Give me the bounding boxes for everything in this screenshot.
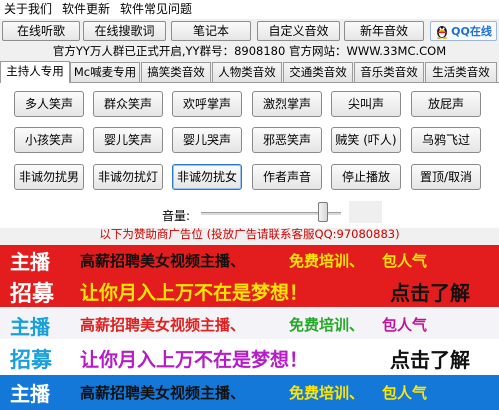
sound-button[interactable]: 非诚勿扰男 [14,164,84,190]
category-tabs: 主持人专用 Mc喊麦专用 搞笑类音效 人物类音效 交通类音效 音乐类音效 生活类… [0,61,499,83]
menu-faq[interactable]: 软件常见问题 [115,0,197,19]
ad-banner-2[interactable]: 招募 让你月入上万不在是梦想！ 点击了解 [0,273,499,307]
sound-button[interactable]: 非诚勿扰灯 [93,164,163,190]
tab-people[interactable]: 人物类音效 [212,62,282,82]
sound-button[interactable]: 群众笑声 [93,91,163,117]
ad-tag: 招募 [10,348,52,372]
online-music-button[interactable]: 在线听歌 [2,21,80,41]
sound-button[interactable]: 激烈掌声 [252,91,322,117]
ad-banner-3[interactable]: 主播 高薪招聘美女视频主播、 免费培训、 包人气 [0,307,499,339]
ad-text: 点击了解 [390,348,470,372]
volume-label: 音量: [162,209,191,223]
sound-button[interactable]: 非诚勿扰女 [172,164,242,190]
ad-text: 免费培训、 [289,252,365,270]
sound-button[interactable]: 放屁声 [411,91,481,117]
volume-slider-thumb[interactable] [318,202,328,222]
new-year-sound-button[interactable]: 新年音效 [344,21,424,41]
custom-sound-button[interactable]: 自定义音效 [257,21,340,41]
info-text: 官方YY万人群已正式开启,YY群号：8908180 官方网站：WWW.33MC.… [52,44,447,58]
sound-button[interactable]: 作者声音 [252,164,322,190]
sound-button[interactable]: 婴儿笑声 [93,127,163,153]
ad-text: 点击了解 [390,281,470,305]
ad-text: 包人气 [382,384,428,402]
sound-button[interactable]: 欢呼掌声 [172,91,242,117]
ad-text: 让你月入上万不在是梦想！ [80,282,309,304]
qq-online-label: QQ在线 [451,25,492,38]
tab-traffic[interactable]: 交通类音效 [283,62,353,82]
sound-button[interactable]: 小孩笑声 [14,127,84,153]
sound-button[interactable]: 尖叫声 [331,91,401,117]
ad-text: 包人气 [382,252,428,270]
ad-tag: 主播 [10,250,50,273]
qq-online-button[interactable]: QQ在线 [430,21,497,41]
ad-banner-1[interactable]: 主播 高薪招聘美女视频主播、 免费培训、 包人气 [0,245,499,273]
stop-button[interactable]: 停止播放 [331,164,401,190]
tab-funny[interactable]: 搞笑类音效 [141,62,211,82]
ad-text: 高薪招聘美女视频主播、 [80,252,246,270]
ad-text: 高薪招聘美女视频主播、 [80,384,246,402]
sound-button[interactable]: 乌鸦飞过 [411,127,481,153]
sound-button[interactable]: 邪恶笑声 [252,127,322,153]
notebook-button[interactable]: 笔记本 [171,21,251,41]
sound-button[interactable]: 婴儿哭声 [172,127,242,153]
qq-penguin-icon [435,23,449,39]
ad-text: 免费培训、 [289,316,365,334]
menu-about[interactable]: 关于我们 [0,0,57,19]
sound-button[interactable]: 贼笑 (吓人) [331,127,401,153]
ad-text: 包人气 [382,316,428,334]
ad-banner-5[interactable]: 主播 高薪招聘美女视频主播、 免费培训、 包人气 [0,375,499,410]
pin-toggle-button[interactable]: 置顶/取消 [411,164,481,190]
ad-tag: 主播 [10,382,50,406]
ad-tag: 主播 [10,315,50,339]
ad-text: 让你月入上万不在是梦想！ [80,349,309,371]
top-toolbar: 在线听歌 在线搜歌词 笔记本 自定义音效 新年音效 QQ在线 [0,20,499,42]
tab-music[interactable]: 音乐类音效 [354,62,424,82]
ad-text: 免费培训、 [289,384,365,402]
volume-value-box [349,201,382,223]
sponsor-notice: 以下为赞助商广告位 (投放广告请联系客服QQ:97080883) [99,227,400,241]
sound-button[interactable]: 多人笑声 [14,91,84,117]
tab-mc[interactable]: Mc喊麦专用 [70,62,140,82]
menu-update[interactable]: 软件更新 [57,0,115,19]
tab-host[interactable]: 主持人专用 [0,61,70,83]
ad-tag: 招募 [10,282,55,307]
ad-text: 高薪招聘美女视频主播、 [80,316,246,334]
menu-bar: 关于我们 软件更新 软件常见问题 [0,0,499,19]
tab-life[interactable]: 生活类音效 [425,62,497,82]
ad-banner-4[interactable]: 招募 让你月入上万不在是梦想！ 点击了解 [0,339,499,375]
lyrics-search-button[interactable]: 在线搜歌词 [83,21,166,41]
